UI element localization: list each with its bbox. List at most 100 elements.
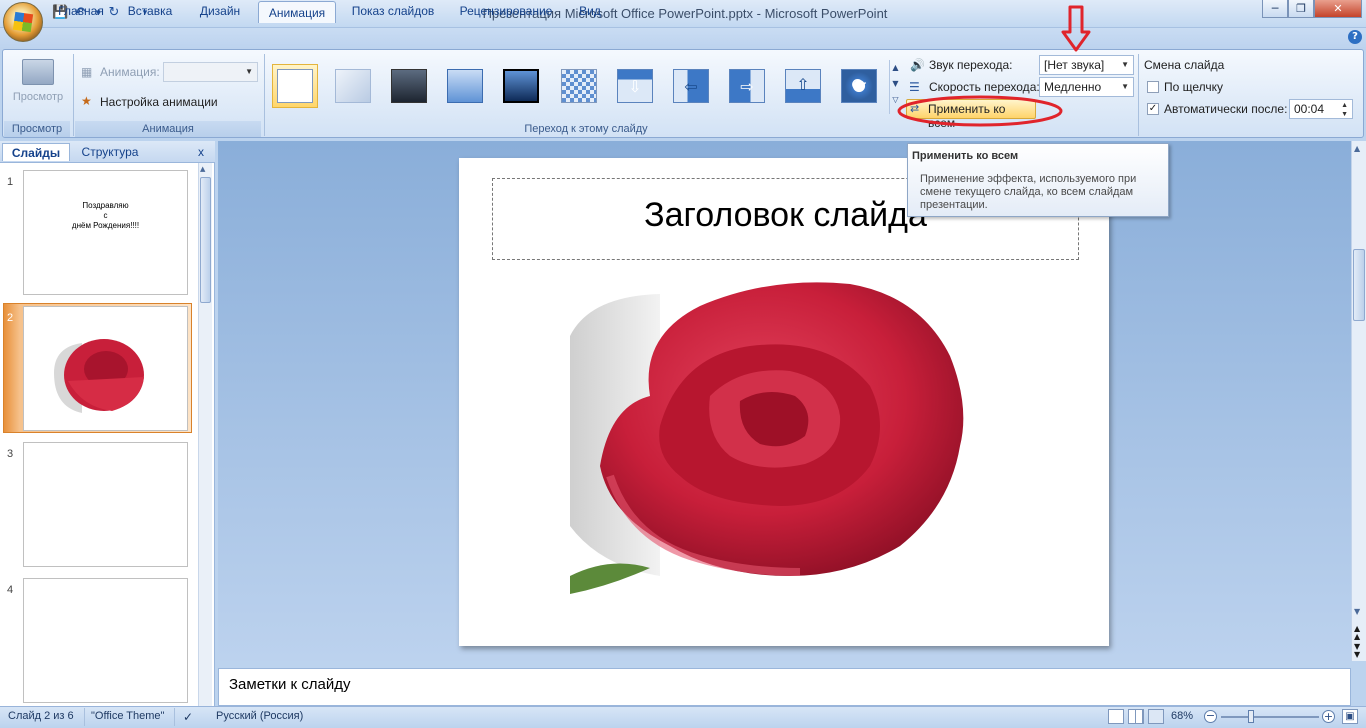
chevron-down-icon: ▼ <box>1121 60 1129 69</box>
notes-placeholder[interactable]: Заметки к слайду <box>229 676 351 693</box>
on-click-checkbox[interactable] <box>1147 81 1159 93</box>
fade-icon <box>335 69 371 103</box>
previous-slide-icon[interactable]: ▲ ▲ <box>1354 625 1360 641</box>
slide-thumbnail-1[interactable]: Поздравляю с днём Рождения!!!! <box>23 170 188 295</box>
fit-to-window-icon[interactable]: ▣ <box>1342 709 1358 724</box>
status-separator <box>174 708 175 726</box>
sound-value: [Нет звука] <box>1044 58 1105 72</box>
preview-group-label: Просмотр <box>4 121 70 137</box>
transition-wheel[interactable]: ⟳ <box>836 64 882 108</box>
zoom-slider-thumb[interactable] <box>1248 710 1254 723</box>
slide-1-text: Поздравляю с днём Рождения!!!! <box>24 201 187 231</box>
animation-group-label: Анимация <box>75 121 261 137</box>
transition-dissolve[interactable] <box>556 64 602 108</box>
tab-slides[interactable]: Слайды <box>2 143 70 161</box>
spinner-icon[interactable]: ▲ ▼ <box>1341 101 1348 119</box>
arrow-left-icon: ⇦ <box>673 69 709 103</box>
office-logo-icon <box>12 11 34 33</box>
normal-view-icon[interactable] <box>1108 709 1124 724</box>
ribbon-tab-bar <box>0 28 1366 50</box>
animation-label: Анимация: <box>100 65 160 79</box>
close-button[interactable]: ✕ <box>1314 0 1362 18</box>
transition-fade[interactable] <box>330 64 376 108</box>
cut-icon <box>447 69 483 103</box>
transition-cut[interactable] <box>442 64 488 108</box>
zoom-slider[interactable] <box>1221 716 1319 718</box>
transition-wipe-up[interactable]: ⇧ <box>780 64 826 108</box>
slideshow-icon[interactable] <box>1148 709 1164 724</box>
slide-1-line: днём Рождения!!!! <box>71 221 140 230</box>
language[interactable]: Русский (Россия) <box>216 710 303 722</box>
slide-1-line: Поздравляю <box>82 201 129 210</box>
rose-image[interactable] <box>570 276 996 594</box>
scroll-thumb[interactable] <box>200 177 211 303</box>
next-slide-icon[interactable]: ▼ ▼ <box>1354 643 1360 659</box>
slide-thumbnail-3[interactable] <box>23 442 188 567</box>
auto-after-time: 00:04 <box>1294 102 1325 116</box>
tab-insert[interactable]: Вставка <box>118 0 182 22</box>
scroll-up-icon[interactable]: ▲ <box>1354 144 1360 153</box>
transition-wipe-down[interactable]: ⇩ <box>612 64 658 108</box>
slide-number: 4 <box>7 584 14 596</box>
notes-pane[interactable] <box>218 668 1351 706</box>
animation-icon: ▦ <box>81 65 93 79</box>
cut-black-icon <box>503 69 539 103</box>
tab-animation[interactable]: Анимация <box>258 1 336 23</box>
gallery-down-icon[interactable]: ▼ <box>890 76 901 92</box>
custom-animation-button[interactable]: Настройка анимации <box>100 95 218 109</box>
tooltip-body: Применение эффекта, используемого при см… <box>920 173 1137 211</box>
slide-thumbnail-2[interactable] <box>23 306 188 431</box>
preview-button[interactable]: Просмотр <box>8 55 68 115</box>
tab-design[interactable]: Дизайн <box>190 0 250 22</box>
zoom-out-icon[interactable]: − <box>1204 710 1217 723</box>
dissolve-icon <box>561 69 597 103</box>
tab-home[interactable]: Главная <box>50 0 112 22</box>
transition-fade-black[interactable] <box>386 64 432 108</box>
auto-after-time-input[interactable]: 00:04 ▲ ▼ <box>1289 99 1353 119</box>
slide-number: 2 <box>7 312 14 324</box>
zoom-in-icon[interactable]: + <box>1322 710 1335 723</box>
pane-close-icon[interactable]: x <box>194 143 208 161</box>
transition-wipe-right[interactable]: ⇨ <box>724 64 770 108</box>
arrow-up-icon: ⇧ <box>785 69 821 103</box>
slide-thumbnail-4[interactable] <box>23 578 188 703</box>
auto-after-label: Автоматически после: <box>1164 102 1288 116</box>
tab-view[interactable]: Вид <box>570 0 610 22</box>
tab-slideshow[interactable]: Показ слайдов <box>344 0 442 22</box>
gallery-up-icon[interactable]: ▲ <box>890 60 901 76</box>
zoom-level[interactable]: 68% <box>1171 710 1193 722</box>
minimize-button[interactable]: ─ <box>1262 0 1288 18</box>
arrow-down-icon: ⇩ <box>617 69 653 103</box>
scroll-down-icon[interactable]: ▼ <box>1354 607 1360 616</box>
preview-label: Просмотр <box>12 91 64 103</box>
slide-counter: Слайд 2 из 6 <box>8 710 74 722</box>
auto-after-checkbox[interactable]: ✓ <box>1147 103 1159 115</box>
scroll-up-icon[interactable]: ▲ <box>200 165 205 173</box>
slide-1-line: с <box>103 211 108 220</box>
spelling-icon[interactable]: ✓ <box>183 710 193 724</box>
tab-review[interactable]: Рецензирование <box>452 0 560 22</box>
transition-wipe-left[interactable]: ⇦ <box>668 64 714 108</box>
help-icon[interactable]: ? <box>1348 30 1362 44</box>
editor-scrollbar[interactable]: ▲ ▼ ▲ ▲ ▼ ▼ <box>1351 141 1366 661</box>
scroll-thumb[interactable] <box>1353 249 1365 321</box>
transition-cut-black[interactable] <box>498 64 544 108</box>
fade-black-icon <box>391 69 427 103</box>
theme-name[interactable]: "Office Theme" <box>91 710 164 722</box>
slide-sorter-icon[interactable] <box>1128 709 1144 724</box>
maximize-button[interactable]: ❐ <box>1288 0 1314 18</box>
chevron-down-icon: ▼ <box>1121 82 1129 91</box>
group-separator <box>1138 54 1139 136</box>
office-button[interactable] <box>3 2 43 42</box>
wheel-icon: ⟳ <box>841 69 877 103</box>
thumbnails-scrollbar[interactable]: ▲ <box>198 163 212 706</box>
custom-animation-icon: ★ <box>81 94 92 108</box>
transition-none[interactable] <box>272 64 318 108</box>
speed-value: Медленно <box>1044 80 1102 94</box>
status-separator <box>84 708 85 726</box>
slide-number: 3 <box>7 448 14 460</box>
tab-outline[interactable]: Структура <box>74 143 146 161</box>
sound-select[interactable]: [Нет звука] ▼ <box>1039 55 1134 75</box>
annotation-ellipse <box>897 95 1063 127</box>
animation-select[interactable]: ▼ <box>163 62 258 82</box>
